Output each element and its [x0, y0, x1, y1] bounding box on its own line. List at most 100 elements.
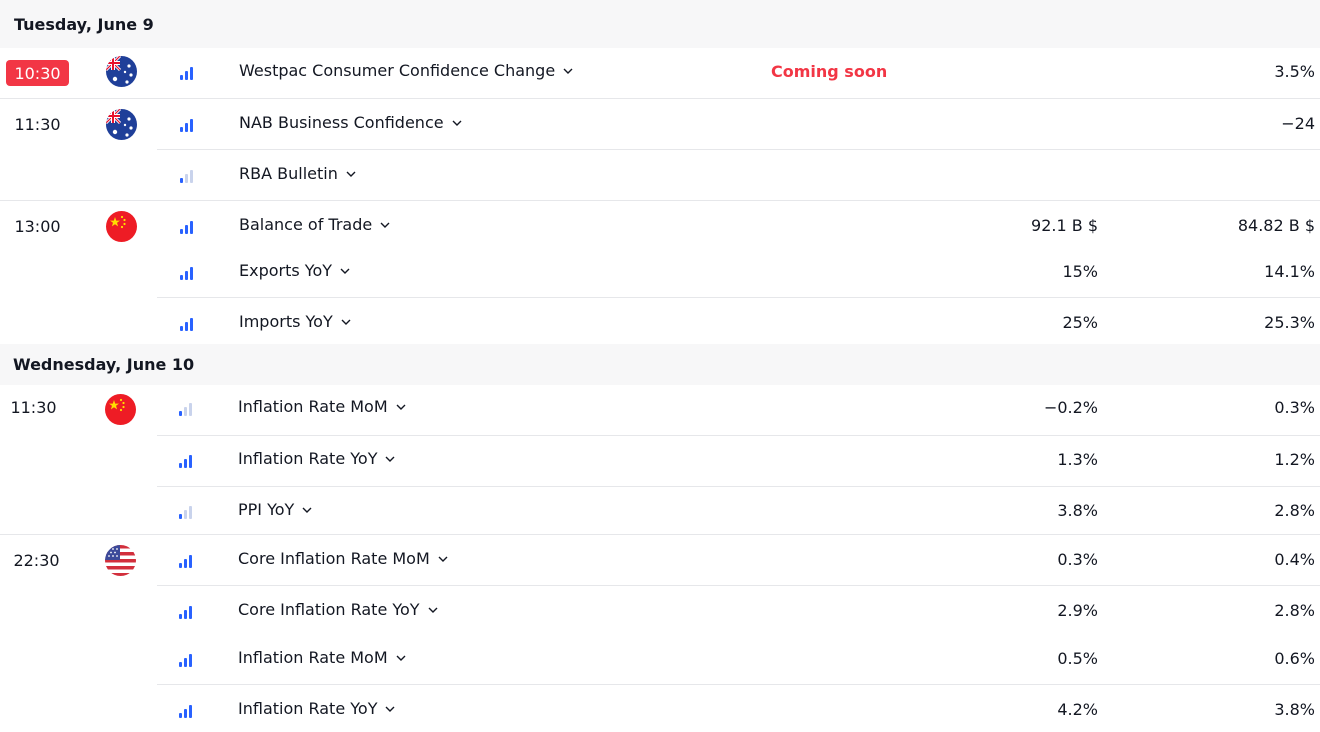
event-row[interactable]: Inflation Rate YoY 1.3% 1.2% [0, 436, 1320, 486]
event-name: Balance of Trade [239, 215, 373, 234]
event-name-button[interactable]: Inflation Rate MoM [238, 648, 408, 667]
status-badge: Coming soon [771, 62, 888, 81]
previous-value: 3.5% [1274, 62, 1315, 81]
previous-value: 84.82 B $ [1237, 216, 1315, 235]
china-flag-icon [105, 394, 136, 425]
importance-low-icon [179, 402, 195, 416]
event-row[interactable]: 11:30 Inflation Rate MoM −0.2% 0.3% [0, 385, 1320, 435]
chevron-down-icon [340, 268, 350, 274]
australia-flag-icon [106, 109, 137, 140]
event-name: Inflation Rate YoY [238, 699, 378, 718]
importance-high-icon [180, 220, 196, 234]
importance-high-icon [180, 66, 196, 80]
previous-value: 0.6% [1274, 649, 1315, 668]
event-name-button[interactable]: Westpac Consumer Confidence Change [239, 61, 575, 80]
actual-value: −0.2% [1043, 398, 1098, 417]
importance-high-icon [180, 266, 196, 280]
actual-value: 3.8% [1057, 501, 1098, 520]
event-row[interactable]: PPI YoY 3.8% 2.8% [0, 487, 1320, 534]
event-name-button[interactable]: Core Inflation Rate YoY [238, 600, 440, 619]
previous-value: 2.8% [1274, 501, 1315, 520]
chevron-down-icon [385, 456, 395, 462]
event-name: Core Inflation Rate YoY [238, 600, 420, 619]
event-name-button[interactable]: Core Inflation Rate MoM [238, 549, 450, 568]
previous-value: 0.3% [1274, 398, 1315, 417]
importance-low-icon [180, 169, 196, 183]
event-name-button[interactable]: RBA Bulletin [239, 164, 358, 183]
event-name: NAB Business Confidence [239, 113, 444, 132]
importance-high-icon [179, 554, 195, 568]
event-row[interactable]: 10:30 Westpac Consumer Confidence Change… [0, 48, 1320, 98]
event-row[interactable]: Inflation Rate MoM 0.5% 0.6% [0, 634, 1320, 684]
chevron-down-icon [380, 222, 390, 228]
event-name-button[interactable]: PPI YoY [238, 500, 314, 519]
event-time: 11:30 [14, 114, 61, 134]
usa-flag-icon [105, 545, 136, 576]
previous-value: 14.1% [1264, 262, 1315, 281]
previous-value: 2.8% [1274, 601, 1315, 620]
event-name: Westpac Consumer Confidence Change [239, 61, 556, 80]
event-name: PPI YoY [238, 500, 295, 519]
actual-value: 92.1 B $ [1031, 216, 1098, 235]
event-time: 13:00 [14, 216, 61, 236]
importance-high-icon [179, 704, 195, 718]
importance-high-icon [180, 118, 196, 132]
previous-value: −24 [1281, 114, 1315, 133]
previous-value: 0.4% [1274, 550, 1315, 569]
chevron-down-icon [452, 120, 462, 126]
event-row[interactable]: RBA Bulletin [0, 150, 1320, 200]
event-time: 22:30 [13, 550, 60, 570]
actual-value: 0.5% [1057, 649, 1098, 668]
chevron-down-icon [563, 68, 573, 74]
event-name-button[interactable]: Imports YoY [239, 312, 353, 331]
actual-value: 1.3% [1057, 450, 1098, 469]
actual-value: 4.2% [1057, 700, 1098, 719]
event-name-button[interactable]: Exports YoY [239, 261, 352, 280]
event-row[interactable]: Core Inflation Rate YoY 2.9% 2.8% [0, 586, 1320, 634]
china-flag-icon [106, 211, 137, 242]
day-header: Tuesday, June 9 [0, 0, 1320, 48]
event-name: Inflation Rate MoM [238, 397, 388, 416]
event-time-live: 10:30 [6, 60, 69, 86]
actual-value: 15% [1062, 262, 1098, 281]
event-name: Core Inflation Rate MoM [238, 549, 430, 568]
australia-flag-icon [106, 56, 137, 87]
previous-value: 25.3% [1264, 313, 1315, 332]
event-name: Inflation Rate YoY [238, 449, 378, 468]
day-label: Tuesday, June 9 [14, 14, 154, 34]
previous-value: 1.2% [1274, 450, 1315, 469]
importance-high-icon [179, 605, 195, 619]
day-label: Wednesday, June 10 [13, 355, 195, 374]
chevron-down-icon [385, 706, 395, 712]
actual-value: 25% [1062, 313, 1098, 332]
event-row[interactable]: Exports YoY 15% 14.1% [0, 247, 1320, 297]
event-time: 11:30 [10, 397, 57, 417]
event-name: Inflation Rate MoM [238, 648, 388, 667]
previous-value: 3.8% [1274, 700, 1315, 719]
event-row[interactable]: Imports YoY 25% 25.3% [0, 298, 1320, 344]
event-row[interactable]: Inflation Rate YoY 4.2% 3.8% [0, 685, 1320, 732]
importance-low-icon [179, 505, 195, 519]
importance-high-icon [179, 454, 195, 468]
day-header: Wednesday, June 10 [0, 344, 1320, 385]
chevron-down-icon [396, 655, 406, 661]
chevron-down-icon [346, 171, 356, 177]
event-name-button[interactable]: Inflation Rate YoY [238, 449, 397, 468]
chevron-down-icon [396, 404, 406, 410]
chevron-down-icon [341, 319, 351, 325]
event-name-button[interactable]: Balance of Trade [239, 215, 392, 234]
event-name: Imports YoY [239, 312, 333, 331]
event-row[interactable]: 22:30 Core Inflation Rate MoM 0.3% 0.4% [0, 535, 1320, 585]
chevron-down-icon [302, 507, 312, 513]
event-name: Exports YoY [239, 261, 333, 280]
event-name-button[interactable]: NAB Business Confidence [239, 113, 464, 132]
chevron-down-icon [428, 607, 438, 613]
chevron-down-icon [438, 556, 448, 562]
event-row[interactable]: 13:00 Balance of Trade 92.1 B $ 84.82 B … [0, 201, 1320, 247]
event-name-button[interactable]: Inflation Rate YoY [238, 699, 397, 718]
event-row[interactable]: 11:30 NAB Business Confidence −24 [0, 99, 1320, 149]
importance-high-icon [179, 653, 195, 667]
actual-value: 0.3% [1057, 550, 1098, 569]
event-name-button[interactable]: Inflation Rate MoM [238, 397, 408, 416]
actual-value: 2.9% [1057, 601, 1098, 620]
